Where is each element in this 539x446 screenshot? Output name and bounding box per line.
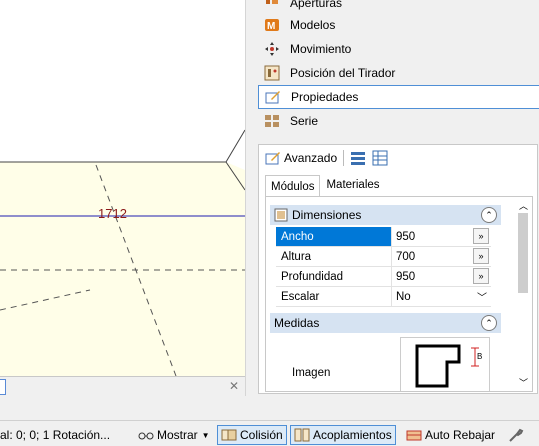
advanced-button[interactable]: Avanzado bbox=[284, 151, 337, 165]
properties-panel: Avanzado Módulos Materiales Dimensiones … bbox=[258, 144, 538, 394]
document-tab[interactable] bbox=[0, 379, 6, 395]
section-title: Dimensiones bbox=[292, 208, 362, 222]
section-medidas-header[interactable]: Medidas ⌃ bbox=[270, 313, 501, 333]
section-dimensiones-header[interactable]: Dimensiones ⌃ bbox=[270, 205, 501, 225]
menu-item-label: Serie bbox=[290, 114, 319, 128]
handle-position-icon bbox=[264, 65, 280, 81]
couplings-toggle[interactable]: Acoplamientos bbox=[290, 425, 396, 445]
prop-label: Altura bbox=[276, 247, 391, 266]
ellipsis-button[interactable]: » bbox=[473, 268, 489, 284]
collision-toggle[interactable]: Colisión bbox=[217, 425, 287, 445]
coordinates-readout: al: 0; 0; 1 Rotación... bbox=[0, 428, 111, 442]
menu-item-label: Movimiento bbox=[290, 42, 352, 56]
tools-icon[interactable] bbox=[508, 425, 527, 445]
tab-modulos[interactable]: Módulos bbox=[265, 175, 321, 197]
menu-item-aperturas[interactable]: Aperturas bbox=[258, 0, 539, 10]
collapse-icon[interactable]: ⌃ bbox=[481, 207, 497, 223]
right-panel: Aperturas M Modelos Movimiento Posición … bbox=[254, 0, 539, 396]
couplings-label: Acoplamientos bbox=[313, 428, 392, 442]
tab-materiales[interactable]: Materiales bbox=[320, 175, 385, 195]
properties-scrollbar[interactable]: ︿ ﹀ bbox=[516, 199, 530, 389]
properties-toolbar: Avanzado bbox=[259, 145, 537, 171]
prop-row-escalar[interactable]: Escalar No ﹀ bbox=[276, 287, 491, 307]
properties-tabs: Módulos Materiales bbox=[265, 175, 386, 197]
prop-value-input[interactable]: 700 bbox=[391, 247, 473, 266]
prop-label: Profundidad bbox=[276, 267, 391, 286]
document-tab-strip: ✕ bbox=[0, 376, 245, 396]
select-value: No bbox=[396, 290, 411, 303]
section-title: Medidas bbox=[274, 316, 320, 330]
collision-icon bbox=[221, 427, 237, 443]
menu-item-label: Posición del Tirador bbox=[290, 66, 396, 80]
series-icon bbox=[264, 113, 280, 129]
scroll-thumb[interactable] bbox=[518, 213, 528, 293]
couplings-icon bbox=[294, 427, 310, 443]
svg-text:M: M bbox=[267, 21, 275, 32]
toolbar-separator bbox=[343, 150, 345, 166]
menu-item-label: Propiedades bbox=[291, 90, 359, 104]
prop-label: Escalar bbox=[276, 287, 391, 306]
menu-item-label: Modelos bbox=[290, 18, 336, 32]
menu-item-posicion-tirador[interactable]: Posición del Tirador bbox=[258, 61, 539, 85]
ellipsis-button[interactable]: » bbox=[473, 248, 489, 264]
dimension-letter: B bbox=[477, 352, 482, 361]
menu-item-modelos[interactable]: M Modelos bbox=[258, 13, 539, 37]
tab-content: Dimensiones ⌃ Ancho 950 » Altura 700 » P… bbox=[265, 196, 533, 392]
auto-rebate-toggle[interactable]: Auto Rebajar bbox=[406, 425, 495, 445]
auto-rebate-icon bbox=[406, 427, 422, 443]
module-outline-drawing: B bbox=[415, 344, 482, 388]
scroll-up-icon[interactable]: ︿ bbox=[519, 199, 528, 212]
module-preview-image: B bbox=[400, 337, 490, 391]
splitter[interactable] bbox=[245, 0, 254, 396]
scroll-down-icon[interactable]: ﹀ bbox=[519, 376, 528, 389]
menu-item-label: Aperturas bbox=[290, 0, 343, 10]
prop-value-input[interactable]: 950 bbox=[391, 227, 473, 246]
menu-item-serie[interactable]: Serie bbox=[258, 109, 539, 133]
chevron-down-icon: ﹀ bbox=[477, 293, 487, 304]
auto-rebate-label: Auto Rebajar bbox=[425, 428, 496, 442]
menu-item-movimiento[interactable]: Movimiento bbox=[258, 37, 539, 61]
menu-item-propiedades[interactable]: Propiedades bbox=[258, 85, 539, 109]
collapse-icon[interactable]: ⌃ bbox=[481, 315, 497, 331]
close-icon[interactable]: ✕ bbox=[229, 379, 239, 393]
prop-row-altura[interactable]: Altura 700 » bbox=[276, 247, 491, 267]
models-icon: M bbox=[264, 17, 280, 33]
ellipsis-button[interactable]: » bbox=[473, 228, 489, 244]
glasses-icon bbox=[138, 427, 154, 443]
module-id-label: 1712 bbox=[98, 206, 127, 221]
prop-row-profundidad[interactable]: Profundidad 950 » bbox=[276, 267, 491, 287]
list-view-icon[interactable] bbox=[372, 150, 388, 166]
prop-row-ancho[interactable]: Ancho 950 » bbox=[276, 227, 491, 247]
collision-label: Colisión bbox=[240, 428, 283, 442]
design-canvas[interactable]: 1712 bbox=[0, 0, 245, 396]
apertures-icon bbox=[264, 0, 280, 10]
show-label: Mostrar bbox=[157, 428, 198, 442]
canvas-drawing: 1712 bbox=[0, 129, 245, 376]
prop-label: Ancho bbox=[276, 227, 391, 246]
status-bar: al: 0; 0; 1 Rotación... Mostrar ▼ Colisi… bbox=[0, 420, 539, 446]
image-label: Imagen bbox=[292, 367, 331, 379]
show-button[interactable]: Mostrar ▼ bbox=[138, 425, 210, 445]
category-view-icon[interactable] bbox=[350, 150, 366, 166]
horizontal-strip bbox=[0, 396, 539, 420]
dropdown-arrow-icon: ▼ bbox=[201, 430, 210, 440]
prop-value-input[interactable]: 950 bbox=[391, 267, 473, 286]
advanced-icon[interactable] bbox=[265, 150, 281, 166]
move-icon bbox=[264, 41, 280, 57]
dimensions-icon bbox=[274, 208, 288, 222]
prop-value-select[interactable]: No ﹀ bbox=[391, 287, 491, 306]
properties-icon bbox=[265, 89, 281, 105]
wrench-icon bbox=[508, 427, 524, 443]
